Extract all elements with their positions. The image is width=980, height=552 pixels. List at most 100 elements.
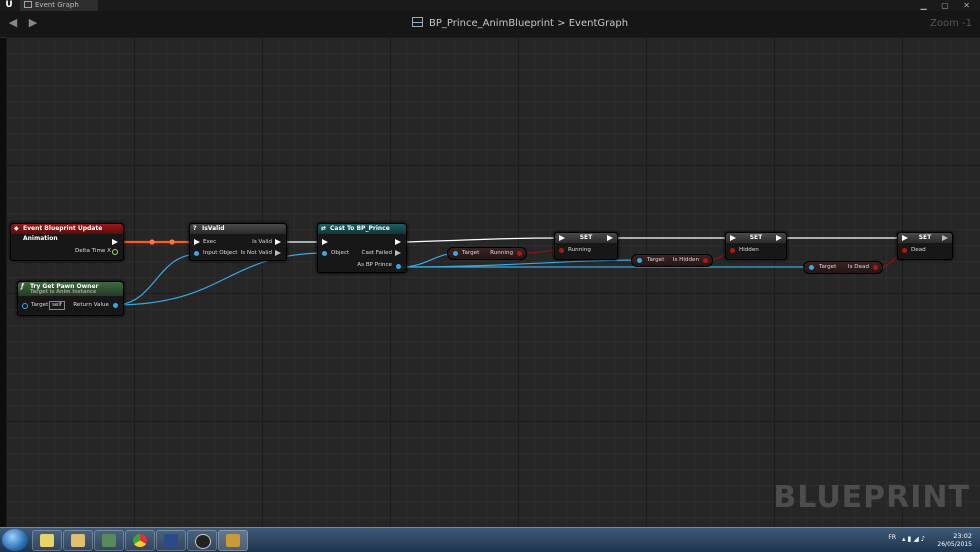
- question-icon: ?: [193, 225, 197, 232]
- chrome-icon: [133, 534, 147, 547]
- breadcrumb-graph[interactable]: EventGraph: [569, 18, 628, 29]
- graph-icon: [24, 1, 32, 8]
- taskbar-computer[interactable]: [94, 530, 124, 551]
- pin-label-dead: Dead: [911, 247, 926, 253]
- exec-out-pin[interactable]: [776, 235, 782, 241]
- tray-icons[interactable]: ▴▮◢♪: [902, 535, 934, 543]
- node-set-dead[interactable]: SET Dead: [897, 232, 953, 260]
- node-get-is-dead[interactable]: Target Is Dead: [803, 261, 883, 274]
- node-title: SET: [918, 234, 932, 241]
- pin-label-delta-time: Delta Time X: [74, 248, 111, 254]
- pin-label-object: Object: [331, 250, 350, 256]
- node-set-running[interactable]: SET Running: [554, 232, 618, 260]
- tab-label: Event Graph: [35, 1, 79, 9]
- node-get-is-hidden[interactable]: Target Is Hidden: [631, 254, 713, 267]
- taskbar-chrome[interactable]: [125, 530, 155, 551]
- windows-taskbar: FR ▴▮◢♪ 23:02 26/05/2015: [0, 527, 980, 552]
- bool-pin-hidden[interactable]: [730, 248, 735, 253]
- clock-time[interactable]: 23:02: [953, 532, 972, 540]
- target-self-field[interactable]: self: [49, 301, 65, 310]
- wire-flow-dot: [169, 239, 175, 245]
- bool-pin-dead[interactable]: [902, 248, 907, 253]
- bool-pin-is-dead[interactable]: [873, 265, 878, 270]
- event-diamond-icon: ◆: [14, 225, 19, 232]
- pin-label-target: Target: [647, 257, 665, 263]
- bool-pin-is-hidden[interactable]: [703, 258, 708, 263]
- back-arrow-icon[interactable]: ◀: [6, 15, 20, 31]
- pin-label-cast-failed: Cast Failed: [361, 250, 392, 256]
- object-pin-object[interactable]: [322, 251, 327, 256]
- unreal-logo-icon[interactable]: U: [2, 0, 16, 11]
- graph-canvas[interactable]: ◆ Event Blueprint Update Animation Delta …: [6, 37, 980, 527]
- pin-label-return-value: Return Value: [73, 302, 109, 308]
- object-pin-target[interactable]: [809, 265, 814, 270]
- object-pin-return[interactable]: [113, 303, 118, 308]
- taskbar-app[interactable]: [156, 530, 186, 551]
- unreal-engine-icon: [195, 534, 211, 549]
- node-title: IsValid: [202, 225, 225, 232]
- node-get-running[interactable]: Target Running: [447, 247, 527, 260]
- float-pin-delta-time[interactable]: [112, 249, 118, 255]
- exec-in-pin[interactable]: [194, 239, 200, 245]
- breadcrumb-blueprint[interactable]: BP_Prince_AnimBlueprint: [429, 18, 554, 29]
- blueprint-icon: [412, 17, 423, 27]
- node-title: Event Blueprint Update Animation: [23, 225, 103, 242]
- pin-label-target: Target: [31, 302, 49, 308]
- taskbar-explorer[interactable]: [63, 530, 93, 551]
- exec-in-pin[interactable]: [902, 235, 908, 241]
- forward-arrow-icon[interactable]: ▶: [26, 15, 40, 31]
- object-pin-target[interactable]: [453, 251, 458, 256]
- node-is-valid[interactable]: ? IsValid Exec Input Object Is Valid Is N…: [189, 223, 287, 261]
- title-bar: U Event Graph ▁ ▢ ✕: [0, 0, 980, 11]
- exec-out-pin[interactable]: [395, 239, 401, 245]
- zoom-level: Zoom -1: [930, 18, 972, 29]
- tab-event-graph[interactable]: Event Graph: [20, 0, 98, 11]
- exec-out-cast-failed-pin[interactable]: [395, 250, 401, 256]
- node-event-update-animation[interactable]: ◆ Event Blueprint Update Animation Delta …: [10, 223, 124, 261]
- taskbar-unreal-editor[interactable]: [218, 530, 248, 551]
- object-pin-target[interactable]: [22, 303, 28, 309]
- pin-label-is-dead: Is Dead: [847, 264, 869, 270]
- sticky-notes-icon: [40, 534, 54, 547]
- wires-layer: [113, 237, 910, 306]
- object-pin-as-bp-prince[interactable]: [396, 264, 401, 269]
- exec-out-pin[interactable]: [942, 235, 948, 241]
- computer-icon: [102, 534, 116, 547]
- object-pin-input[interactable]: [194, 251, 199, 256]
- exec-in-pin[interactable]: [559, 235, 565, 241]
- object-pin-target[interactable]: [637, 258, 642, 263]
- taskbar-unreal[interactable]: [187, 530, 217, 551]
- wire-pawn-to-input: [113, 253, 200, 306]
- bool-pin-running[interactable]: [559, 248, 564, 253]
- exec-in-pin[interactable]: [730, 235, 736, 241]
- cast-arrows-icon: ⇄: [321, 225, 327, 232]
- pin-label-target: Target: [462, 250, 480, 256]
- pin-label-is-valid: Is Valid: [252, 239, 272, 245]
- clock-date[interactable]: 26/05/2015: [937, 541, 972, 548]
- exec-out-pin[interactable]: [607, 235, 613, 241]
- graph-header: ◀ ▶ BP_Prince_AnimBlueprint > EventGraph…: [0, 11, 980, 38]
- window-controls[interactable]: ▁ ▢ ✕: [921, 0, 977, 11]
- node-subtitle: Target is Anim Instance: [30, 289, 97, 295]
- exec-out-not-valid-pin[interactable]: [275, 250, 281, 256]
- node-set-hidden[interactable]: SET Hidden: [725, 232, 787, 260]
- node-try-get-pawn-owner[interactable]: ƒ Try Get Pawn Owner Target is Anim Insta…: [17, 281, 124, 316]
- pin-label-hidden: Hidden: [739, 247, 759, 253]
- language-indicator[interactable]: FR: [888, 534, 896, 541]
- node-title: SET: [579, 234, 593, 241]
- exec-out-pin[interactable]: [112, 239, 118, 245]
- exec-in-pin[interactable]: [322, 239, 328, 245]
- node-title: SET: [749, 234, 763, 241]
- pin-label-input-object: Input Object: [203, 250, 238, 256]
- taskbar-sticky-notes[interactable]: [32, 530, 62, 551]
- pin-label-running: Running: [490, 250, 513, 256]
- bool-pin-running[interactable]: [517, 251, 522, 256]
- breadcrumb-separator: >: [557, 18, 566, 29]
- pin-label-as-bp-prince: As BP Prince: [357, 262, 392, 268]
- wire-cast-get-hidden: [400, 259, 643, 268]
- node-cast-to-bp-prince[interactable]: ⇄ Cast To BP_Prince Object Cast Failed As…: [317, 223, 407, 273]
- exec-out-valid-pin[interactable]: [275, 239, 281, 245]
- start-button-icon[interactable]: [2, 529, 28, 551]
- pin-label-running: Running: [568, 247, 591, 253]
- pin-label-target: Target: [819, 264, 837, 270]
